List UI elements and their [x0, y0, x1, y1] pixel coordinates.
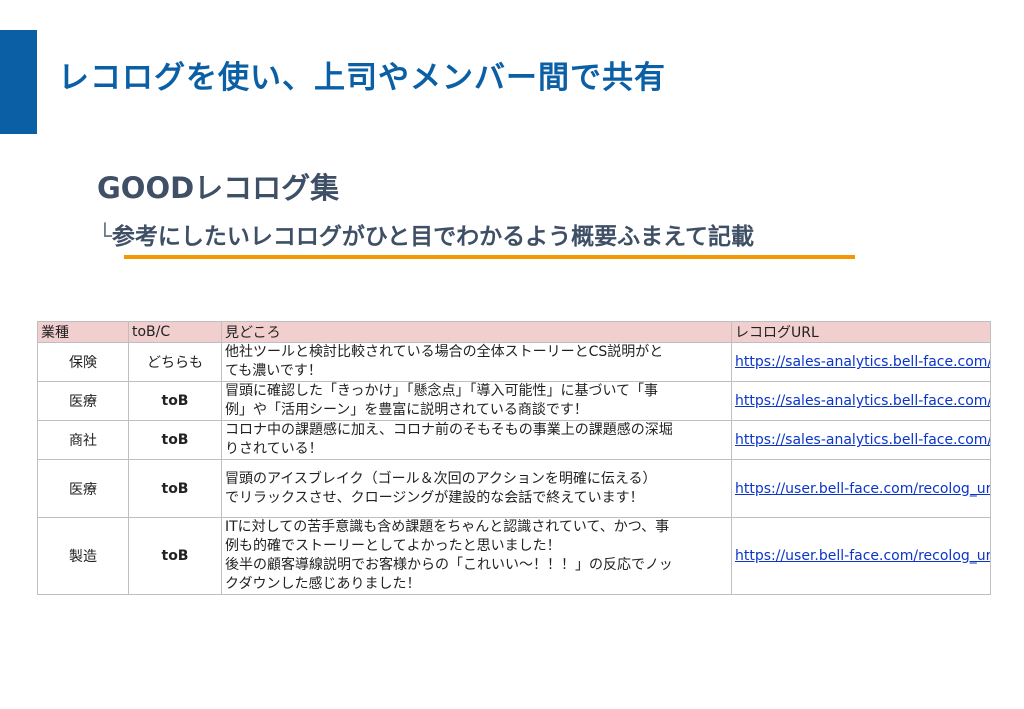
cell-note: 冒頭のアイスブレイク（ゴール＆次回のアクションを明確に伝える） でリラックスさせ…	[221, 459, 732, 518]
table-row: 製造 toB ITに対しての苦手意識も含め課題をちゃんと認識されていて、かつ、事…	[37, 517, 991, 595]
table-row: 医療 toB 冒頭に確認した「きっかけ」「懸念点」「導入可能性」に基づいて「事 …	[37, 381, 991, 421]
section-subtitle: └参考にしたいレコログがひと目でわかるよう概要ふまえて記載	[98, 217, 754, 251]
cell-url: https://sales-analytics.bell-face.com/	[731, 420, 991, 460]
cell-note: ITに対しての苦手意識も含め課題をちゃんと認識されていて、かつ、事 例も的確でス…	[221, 517, 732, 595]
table-row: 医療 toB 冒頭のアイスブレイク（ゴール＆次回のアクションを明確に伝える） で…	[37, 459, 991, 518]
section-title: GOODレコログ集	[97, 171, 340, 205]
header-industry: 業種	[37, 321, 129, 343]
cell-industry: 商社	[37, 420, 129, 460]
recolog-table: 業種 toB/C 見どころ レコログURL 保険 どちらも 他社ツールと検討比較…	[37, 321, 991, 595]
header-url: レコログURL	[731, 321, 991, 343]
subtitle-underline	[124, 255, 855, 259]
cell-type: toB	[128, 420, 222, 460]
table-row: 商社 toB コロナ中の課題感に加え、コロナ前のそもそもの事業上の課題感の深堀 …	[37, 420, 991, 460]
cell-url: https://sales-analytics.bell-face.com/	[731, 381, 991, 421]
accent-bar	[0, 30, 37, 134]
cell-industry: 医療	[37, 381, 129, 421]
cell-note: 他社ツールと検討比較されている場合の全体ストーリーとCS説明がと ても濃いです！	[221, 342, 732, 382]
recolog-link[interactable]: https://user.bell-face.com/recolog_ur	[735, 548, 990, 564]
recolog-link[interactable]: https://sales-analytics.bell-face.com/	[735, 393, 990, 409]
page-title: レコログを使い、上司やメンバー間で共有	[58, 60, 666, 96]
cell-type: どちらも	[128, 342, 222, 382]
header-tob-c: toB/C	[128, 321, 222, 343]
recolog-link[interactable]: https://user.bell-face.com/recolog_ur	[735, 481, 990, 497]
cell-url: https://user.bell-face.com/recolog_ur	[731, 517, 991, 595]
cell-industry: 製造	[37, 517, 129, 595]
subtitle-text: 参考にしたいレコログがひと目でわかるよう概要ふまえて記載	[111, 224, 755, 250]
recolog-link[interactable]: https://sales-analytics.bell-face.com/	[735, 432, 990, 448]
header-highlights: 見どころ	[221, 321, 732, 343]
cell-industry: 保険	[37, 342, 129, 382]
cell-industry: 医療	[37, 459, 129, 518]
table-row: 保険 どちらも 他社ツールと検討比較されている場合の全体ストーリーとCS説明がと…	[37, 342, 991, 382]
cell-type: toB	[128, 459, 222, 518]
cell-url: https://sales-analytics.bell-face.com/	[731, 342, 991, 382]
cell-type: toB	[128, 381, 222, 421]
table-header-row: 業種 toB/C 見どころ レコログURL	[37, 321, 991, 343]
recolog-link[interactable]: https://sales-analytics.bell-face.com/	[735, 354, 990, 370]
cell-note: 冒頭に確認した「きっかけ」「懸念点」「導入可能性」に基づいて「事 例」や「活用シ…	[221, 381, 732, 421]
branch-mark: └	[98, 224, 112, 250]
cell-type: toB	[128, 517, 222, 595]
cell-url: https://user.bell-face.com/recolog_ur	[731, 459, 991, 518]
cell-note: コロナ中の課題感に加え、コロナ前のそもそもの事業上の課題感の深堀 りされている！	[221, 420, 732, 460]
